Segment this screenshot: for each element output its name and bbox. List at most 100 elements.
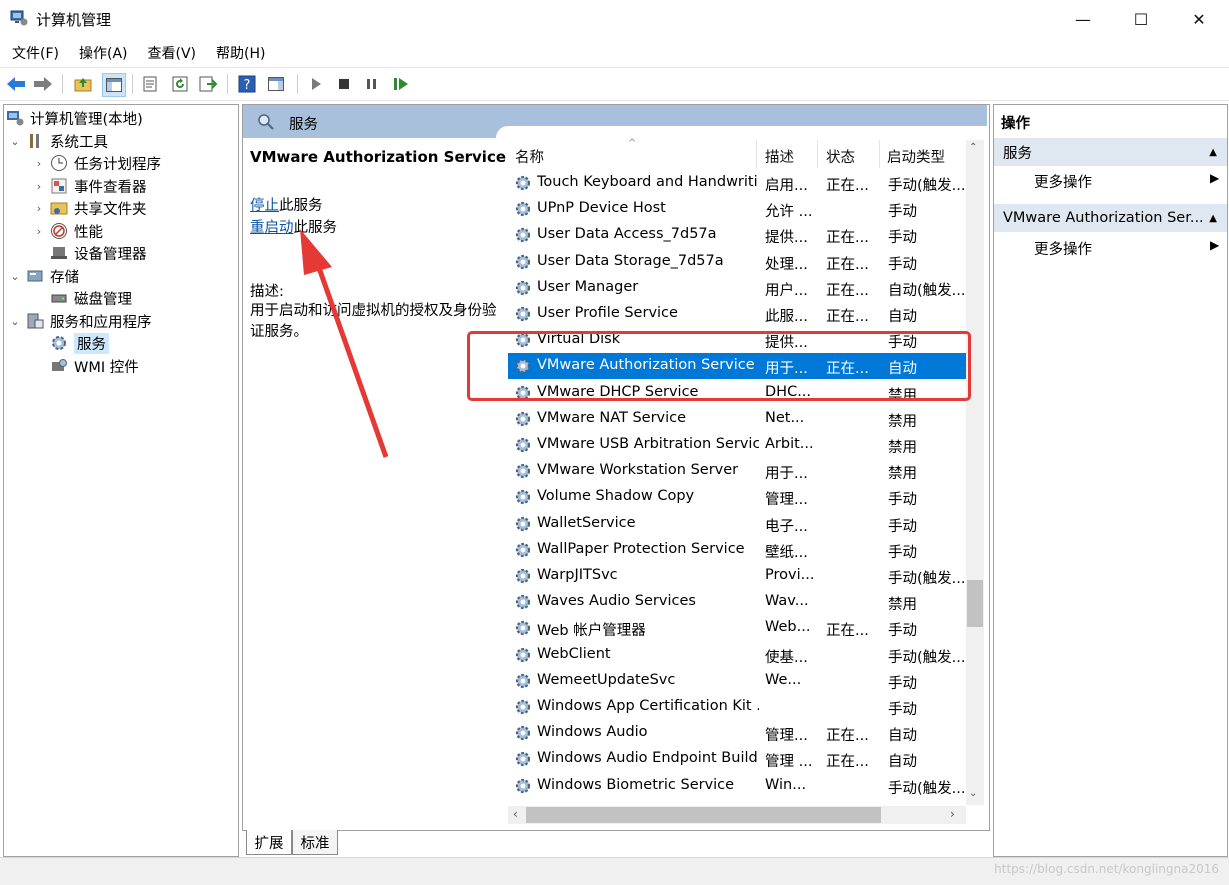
submenu-arrow-icon[interactable]: ▶	[1210, 238, 1219, 252]
action-pane-button[interactable]	[265, 73, 287, 95]
tree-disk-management[interactable]: 磁盘管理	[32, 287, 132, 309]
chevron-right-icon[interactable]: ›	[32, 180, 46, 193]
chevron-right-icon[interactable]: ›	[32, 225, 46, 238]
collapse-icon[interactable]: ▲	[1209, 147, 1217, 158]
collapse-icon[interactable]: ▲	[1209, 213, 1217, 224]
action-pane-icon	[268, 77, 284, 91]
column-divider[interactable]	[817, 140, 818, 168]
close-button[interactable]: ✕	[1170, 0, 1228, 38]
service-row[interactable]: Web 帐户管理器 Web... 正在... 手动	[508, 615, 966, 641]
selected-service-name: VMware Authorization Service	[250, 148, 507, 166]
column-header-startup-type[interactable]: 启动类型	[887, 146, 945, 167]
horizontal-scroll-thumb[interactable]	[526, 807, 881, 823]
scroll-left-icon[interactable]: ‹	[513, 807, 518, 821]
tree-services-apps[interactable]: ⌄ 服务和应用程序	[8, 310, 152, 332]
tree-root-label: 计算机管理(本地)	[30, 111, 143, 128]
service-row[interactable]: Windows Biometric Service Win... 手动(触发...	[508, 773, 966, 799]
service-row[interactable]: VMware NAT Service Net... 禁用	[508, 406, 966, 432]
tree-wmi[interactable]: WMI 控件	[32, 355, 139, 377]
tree-task-scheduler[interactable]: › 任务计划程序	[32, 152, 161, 174]
back-button[interactable]	[5, 73, 27, 95]
pause-service-button[interactable]	[361, 73, 383, 95]
minimize-button[interactable]: —	[1054, 0, 1112, 38]
service-row[interactable]: Touch Keyboard and Handwriti... 启用... 正在..…	[508, 170, 966, 196]
service-startup-type: 禁用	[888, 597, 917, 614]
service-name: WebClient	[537, 645, 611, 662]
service-row[interactable]: WarpJITSvc Provi... 手动(触发...	[508, 563, 966, 589]
service-row[interactable]: User Manager 用户... 正在... 自动(触发...	[508, 275, 966, 301]
column-header-description[interactable]: 描述	[765, 146, 794, 167]
service-startup-type: 手动	[888, 702, 917, 718]
tree-device-manager[interactable]: 设备管理器	[32, 242, 147, 264]
service-row[interactable]: User Data Access_7d57a 提供... 正在... 手动	[508, 222, 966, 248]
service-status: 正在...	[826, 309, 869, 325]
gear-icon	[515, 202, 531, 217]
gear-icon	[515, 516, 531, 531]
service-row[interactable]: Windows Audio Endpoint Build... 管理 ... 正在.…	[508, 746, 966, 772]
column-header-status[interactable]: 状态	[826, 146, 855, 167]
scroll-down-icon[interactable]: ⌄	[969, 788, 977, 799]
shared-folder-icon	[50, 202, 68, 215]
service-row[interactable]: User Profile Service 此服... 正在... 自动	[508, 301, 966, 327]
forward-button[interactable]	[32, 73, 54, 95]
tree-root[interactable]: 计算机管理(本地)	[6, 107, 143, 129]
start-service-button[interactable]	[305, 73, 327, 95]
maximize-button[interactable]: ☐	[1112, 0, 1170, 38]
chevron-right-icon[interactable]: ›	[32, 202, 46, 215]
service-row[interactable]: VMware Workstation Server 用于... 禁用	[508, 458, 966, 484]
horizontal-scrollbar[interactable]: ‹ ›	[508, 806, 966, 824]
stop-service-link[interactable]: 停止	[250, 198, 279, 214]
tree-system-tools[interactable]: ⌄ 系统工具	[8, 130, 108, 152]
up-level-button[interactable]	[72, 73, 94, 95]
help-button[interactable]: ?	[236, 73, 258, 95]
service-row[interactable]: WemeetUpdateSvc We... 手动	[508, 668, 966, 694]
export-list-button[interactable]	[197, 73, 219, 95]
service-row[interactable]: WallPaper Protection Service 壁纸... 手动	[508, 537, 966, 563]
service-row[interactable]: Volume Shadow Copy 管理... 手动	[508, 484, 966, 510]
menu-view[interactable]: 查看(V)	[148, 43, 197, 63]
service-row[interactable]: UPnP Device Host 允许 ... 手动	[508, 196, 966, 222]
column-divider[interactable]	[879, 140, 880, 168]
gear-icon	[515, 542, 531, 557]
stop-service-button[interactable]	[333, 73, 355, 95]
menu-help[interactable]: 帮助(H)	[216, 43, 265, 63]
column-header-name[interactable]: 名称	[515, 146, 544, 167]
tree-performance[interactable]: › 性能	[32, 220, 103, 242]
scroll-right-icon[interactable]: ›	[950, 807, 955, 821]
menu-action[interactable]: 操作(A)	[79, 43, 128, 63]
chevron-down-icon[interactable]: ⌄	[8, 270, 22, 283]
service-row[interactable]: WalletService 电子... 手动	[508, 511, 966, 537]
tab-extended[interactable]: 扩展	[246, 830, 292, 855]
service-row[interactable]: User Data Storage_7d57a 处理... 正在... 手动	[508, 249, 966, 275]
service-row[interactable]: Waves Audio Services Wav... 禁用	[508, 589, 966, 615]
scroll-up-icon[interactable]: ⌃	[969, 142, 977, 153]
tree-event-viewer[interactable]: › 事件查看器	[32, 175, 147, 197]
service-row[interactable]: Windows Audio 管理... 正在... 自动	[508, 720, 966, 746]
service-startup-type: 手动	[888, 544, 917, 561]
vertical-scrollbar[interactable]: ⌃ ⌄	[966, 140, 984, 805]
tab-standard[interactable]: 标准	[292, 830, 338, 855]
chevron-down-icon[interactable]: ⌄	[8, 135, 22, 148]
chevron-down-icon[interactable]: ⌄	[8, 315, 22, 328]
menu-file[interactable]: 文件(F)	[12, 43, 59, 63]
service-row[interactable]: VMware USB Arbitration Service Arbit... 禁用	[508, 432, 966, 458]
show-hide-tree-button[interactable]	[102, 73, 126, 97]
tree-services[interactable]: 服务	[32, 332, 109, 354]
restart-service-button[interactable]	[390, 73, 412, 95]
properties-button[interactable]	[139, 73, 161, 95]
service-description: Wav...	[765, 593, 809, 610]
service-row[interactable]: Windows App Certification Kit ... 手动	[508, 694, 966, 720]
service-status: 正在...	[826, 282, 869, 299]
tree-shared-folders[interactable]: › 共享文件夹	[32, 197, 147, 219]
tree-storage[interactable]: ⌄ 存储	[8, 265, 79, 287]
chevron-right-icon[interactable]: ›	[32, 157, 46, 170]
column-divider[interactable]	[756, 140, 757, 168]
actions-group-services[interactable]: 服务 ▲	[994, 138, 1227, 166]
more-actions-services[interactable]: 更多操作	[1034, 171, 1092, 192]
more-actions-selected-service[interactable]: 更多操作	[1034, 238, 1092, 259]
submenu-arrow-icon[interactable]: ▶	[1210, 171, 1219, 185]
vertical-scroll-thumb[interactable]	[967, 580, 983, 627]
refresh-button[interactable]	[169, 73, 191, 95]
actions-group-selected-service[interactable]: VMware Authorization Ser... ▲	[994, 204, 1227, 232]
service-row[interactable]: WebClient 使基... 手动(触发...	[508, 642, 966, 668]
